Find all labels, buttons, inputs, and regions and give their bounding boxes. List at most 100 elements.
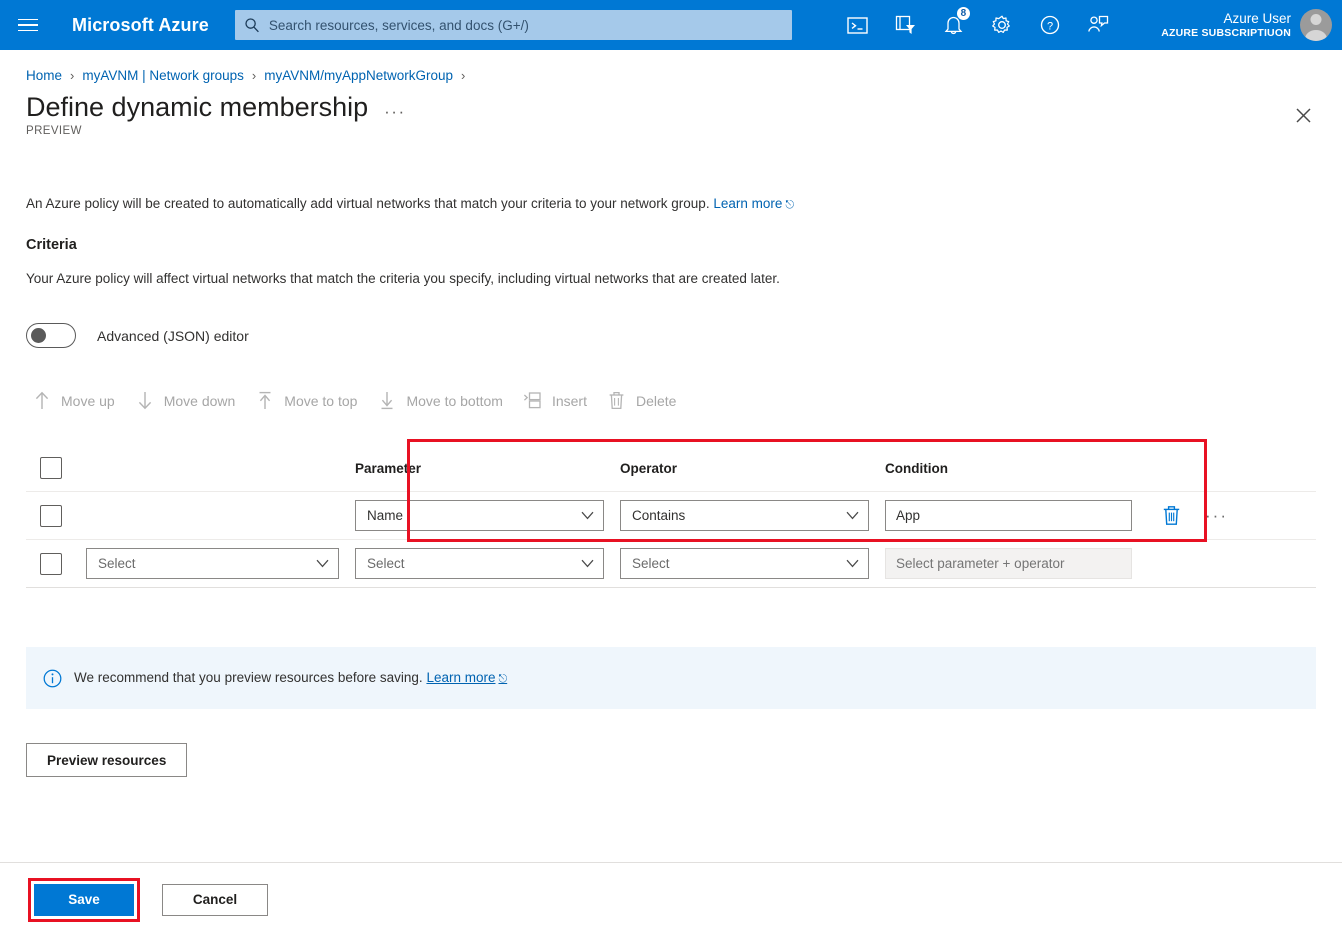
operator-dropdown-value: Select bbox=[632, 556, 670, 571]
move-to-top-button[interactable]: Move to top bbox=[249, 384, 371, 417]
parameter-dropdown[interactable]: Select bbox=[355, 548, 604, 579]
move-up-button[interactable]: Move up bbox=[26, 384, 129, 417]
row1-operator-cell: Contains bbox=[620, 500, 885, 531]
criteria-heading: Criteria bbox=[26, 237, 1316, 253]
column-header-operator: Operator bbox=[620, 461, 885, 476]
row-select-cell bbox=[26, 505, 86, 527]
column-header-condition: Condition bbox=[885, 461, 1148, 476]
move-down-button[interactable]: Move down bbox=[129, 384, 250, 417]
avatar[interactable] bbox=[1300, 9, 1332, 41]
delete-label: Delete bbox=[636, 393, 676, 409]
save-button[interactable]: Save bbox=[34, 884, 134, 916]
row2-condition-cell bbox=[885, 548, 1148, 579]
arrow-to-bottom-icon bbox=[377, 390, 397, 411]
breadcrumb-separator-icon: › bbox=[252, 68, 256, 83]
row1-parameter-cell: Name bbox=[355, 500, 620, 531]
row-more-ellipsis-icon[interactable]: ··· bbox=[1205, 513, 1228, 520]
move-down-label: Move down bbox=[164, 393, 236, 409]
operator-dropdown[interactable]: Contains bbox=[620, 500, 869, 531]
global-search[interactable] bbox=[235, 10, 792, 40]
preview-badge: PREVIEW bbox=[26, 125, 1342, 137]
operator-dropdown[interactable]: Select bbox=[620, 548, 869, 579]
preview-resources-button[interactable]: Preview resources bbox=[26, 743, 187, 777]
page-more-menu-ellipsis-icon[interactable]: ··· bbox=[384, 93, 405, 122]
search-input[interactable] bbox=[269, 18, 792, 33]
notification-badge: 8 bbox=[956, 6, 971, 21]
notifications-bell-icon[interactable]: 8 bbox=[930, 0, 978, 50]
breadcrumb-item-app-network-group[interactable]: myAVNM/myAppNetworkGroup bbox=[264, 68, 453, 83]
cancel-button[interactable]: Cancel bbox=[162, 884, 268, 916]
azure-top-header: Microsoft Azure bbox=[0, 0, 1342, 50]
chevron-down-icon bbox=[316, 559, 329, 568]
azure-brand-logo[interactable]: Microsoft Azure bbox=[72, 15, 209, 36]
select-all-checkbox[interactable] bbox=[40, 457, 62, 479]
cloud-shell-icon[interactable] bbox=[834, 0, 882, 50]
page-title-row: Define dynamic membership ··· bbox=[26, 93, 1342, 123]
row-checkbox[interactable] bbox=[40, 553, 62, 575]
breadcrumb-separator-icon: › bbox=[461, 68, 465, 83]
table-row: Name Contains bbox=[26, 492, 1316, 540]
account-subscription: AZURE SUBSCRIPTIUON bbox=[1161, 27, 1291, 39]
breadcrumb: Home › myAVNM | Network groups › myAVNM/… bbox=[26, 68, 1342, 83]
advanced-json-editor-toggle[interactable] bbox=[26, 323, 76, 348]
condition-input-disabled bbox=[885, 548, 1132, 579]
row-checkbox[interactable] bbox=[40, 505, 62, 527]
move-to-top-label: Move to top bbox=[284, 393, 357, 409]
chevron-down-icon bbox=[846, 559, 859, 568]
banner-learn-more-link[interactable]: Learn more bbox=[426, 670, 495, 685]
row-select-cell bbox=[26, 553, 86, 575]
delete-button[interactable]: Delete bbox=[601, 384, 690, 417]
info-banner-text: We recommend that you preview resources … bbox=[74, 670, 507, 686]
operator-dropdown-value: Contains bbox=[632, 508, 685, 523]
external-link-icon[interactable]: ⎋ bbox=[498, 673, 507, 685]
info-circle-icon bbox=[43, 669, 62, 688]
arrow-to-top-icon bbox=[255, 390, 275, 411]
close-icon[interactable] bbox=[1286, 98, 1320, 132]
account-menu[interactable]: Azure User AZURE SUBSCRIPTIUON bbox=[1161, 0, 1332, 50]
condition-input[interactable] bbox=[885, 500, 1132, 531]
preview-resources-wrap: Preview resources bbox=[26, 743, 1316, 777]
intro-text: An Azure policy will be created to autom… bbox=[26, 195, 1316, 214]
breadcrumb-separator-icon: › bbox=[70, 68, 74, 83]
select-all-cell bbox=[26, 457, 86, 479]
row1-condition-cell bbox=[885, 500, 1148, 531]
main-content: An Azure policy will be created to autom… bbox=[0, 195, 1342, 778]
table-header-row: Parameter Operator Condition bbox=[26, 445, 1316, 492]
advanced-json-editor-label: Advanced (JSON) editor bbox=[97, 328, 249, 344]
breadcrumb-item-home[interactable]: Home bbox=[26, 68, 62, 83]
feedback-icon[interactable] bbox=[1074, 0, 1122, 50]
criteria-description: Your Azure policy will affect virtual ne… bbox=[26, 270, 1316, 289]
svg-text:?: ? bbox=[1047, 21, 1053, 33]
page-title: Define dynamic membership bbox=[26, 93, 368, 123]
directories-filter-icon[interactable] bbox=[882, 0, 930, 50]
row2-operator-cell: Select bbox=[620, 548, 885, 579]
row-delete-trash-icon[interactable] bbox=[1162, 505, 1181, 526]
external-link-icon[interactable]: ⎋ bbox=[785, 199, 794, 211]
hamburger-menu-icon[interactable] bbox=[4, 0, 52, 50]
insert-row-icon bbox=[523, 390, 543, 411]
logic-dropdown[interactable]: Select bbox=[86, 548, 339, 579]
settings-gear-icon[interactable] bbox=[978, 0, 1026, 50]
row2-logic-cell: Select bbox=[86, 548, 355, 579]
insert-button[interactable]: Insert bbox=[517, 384, 601, 417]
chevron-down-icon bbox=[581, 511, 594, 520]
help-question-icon[interactable]: ? bbox=[1026, 0, 1074, 50]
row1-actions-cell: ··· bbox=[1148, 505, 1316, 526]
criteria-toolbar: Move up Move down Move to top Move to bo… bbox=[26, 384, 1316, 417]
parameter-dropdown[interactable]: Name bbox=[355, 500, 604, 531]
arrow-up-icon bbox=[32, 390, 52, 411]
info-banner-label: We recommend that you preview resources … bbox=[74, 670, 423, 685]
intro-learn-more-link[interactable]: Learn more bbox=[713, 196, 782, 211]
toggle-knob bbox=[31, 328, 46, 343]
criteria-table: Parameter Operator Condition Name bbox=[26, 445, 1316, 588]
column-header-parameter: Parameter bbox=[355, 461, 620, 476]
move-to-bottom-button[interactable]: Move to bottom bbox=[371, 384, 517, 417]
insert-label: Insert bbox=[552, 393, 587, 409]
account-name: Azure User bbox=[1161, 11, 1291, 27]
trash-icon bbox=[607, 390, 627, 411]
intro-text-label: An Azure policy will be created to autom… bbox=[26, 196, 710, 211]
chevron-down-icon bbox=[846, 511, 859, 520]
row2-parameter-cell: Select bbox=[355, 548, 620, 579]
breadcrumb-item-network-groups[interactable]: myAVNM | Network groups bbox=[82, 68, 244, 83]
parameter-dropdown-value: Name bbox=[367, 508, 403, 523]
